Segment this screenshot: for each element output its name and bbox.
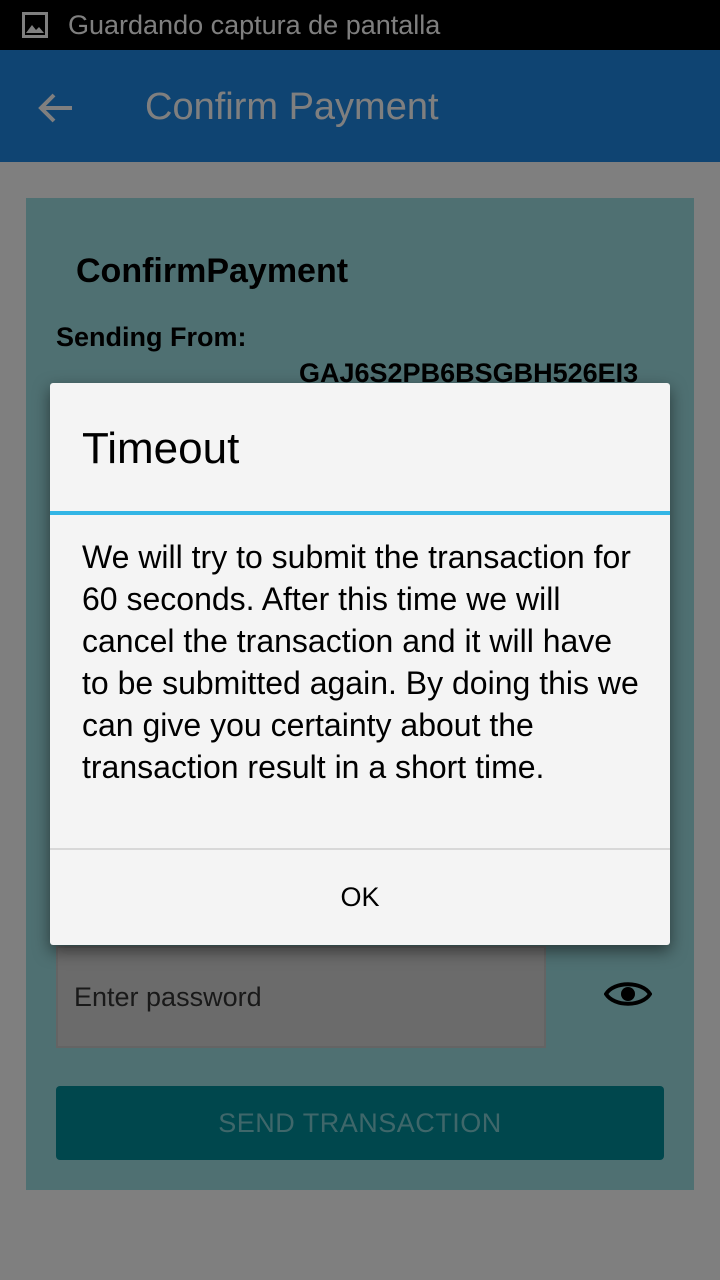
dialog-title: Timeout xyxy=(82,424,240,473)
ok-button[interactable]: OK xyxy=(50,850,670,945)
dialog-message: We will try to submit the transaction fo… xyxy=(82,539,639,785)
dialog-title-divider xyxy=(50,511,670,515)
timeout-dialog: Timeout We will try to submit the transa… xyxy=(50,383,670,945)
